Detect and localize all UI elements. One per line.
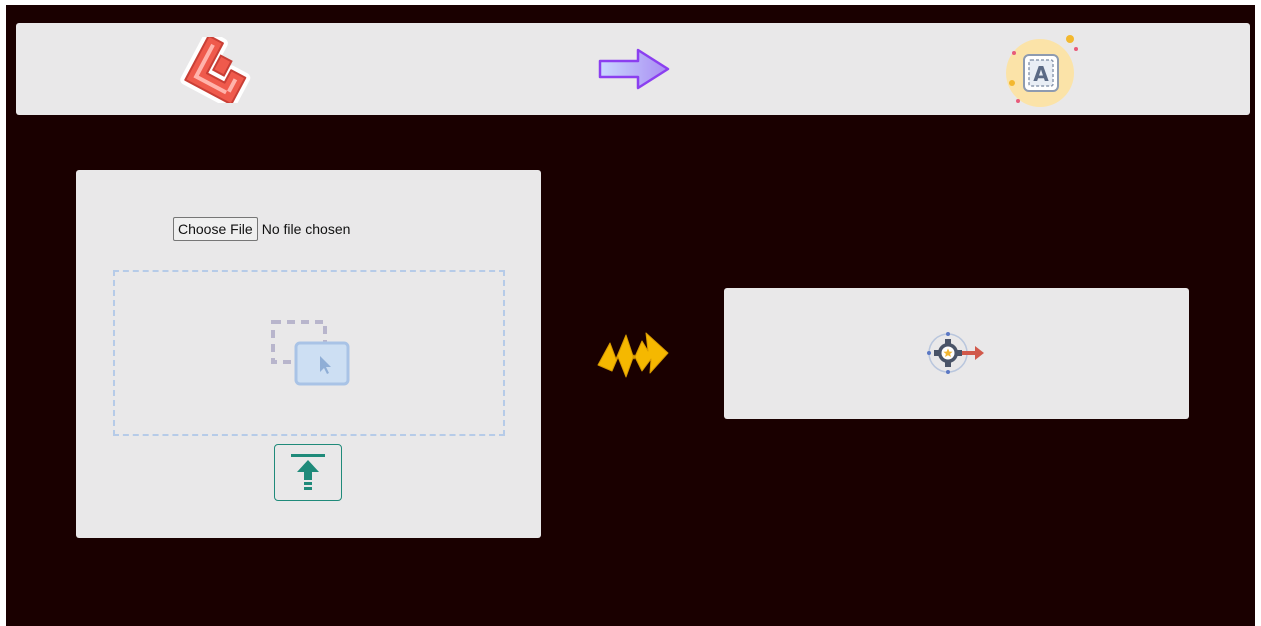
laravel-logo-icon bbox=[180, 37, 251, 103]
upload-panel: Choose File No file chosen bbox=[76, 170, 541, 538]
choose-file-button[interactable]: Choose File bbox=[173, 217, 258, 241]
file-input[interactable]: Choose File No file chosen bbox=[173, 217, 350, 241]
gear-process-icon bbox=[927, 332, 984, 374]
select-area-cursor-icon bbox=[271, 320, 350, 386]
logo-letter: A bbox=[1033, 62, 1049, 86]
lightning-arrow-icon bbox=[597, 332, 669, 378]
header-bar: A bbox=[16, 23, 1250, 115]
result-panel bbox=[724, 288, 1189, 419]
file-status-text: No file chosen bbox=[261, 221, 351, 237]
drop-zone[interactable] bbox=[113, 270, 505, 436]
app-background: A Choose File No file chosen bbox=[6, 5, 1255, 626]
upload-button[interactable] bbox=[274, 444, 342, 501]
letter-a-icon: A bbox=[1006, 35, 1078, 107]
right-arrow-icon bbox=[598, 48, 670, 90]
upload-arrow-icon bbox=[291, 454, 325, 490]
